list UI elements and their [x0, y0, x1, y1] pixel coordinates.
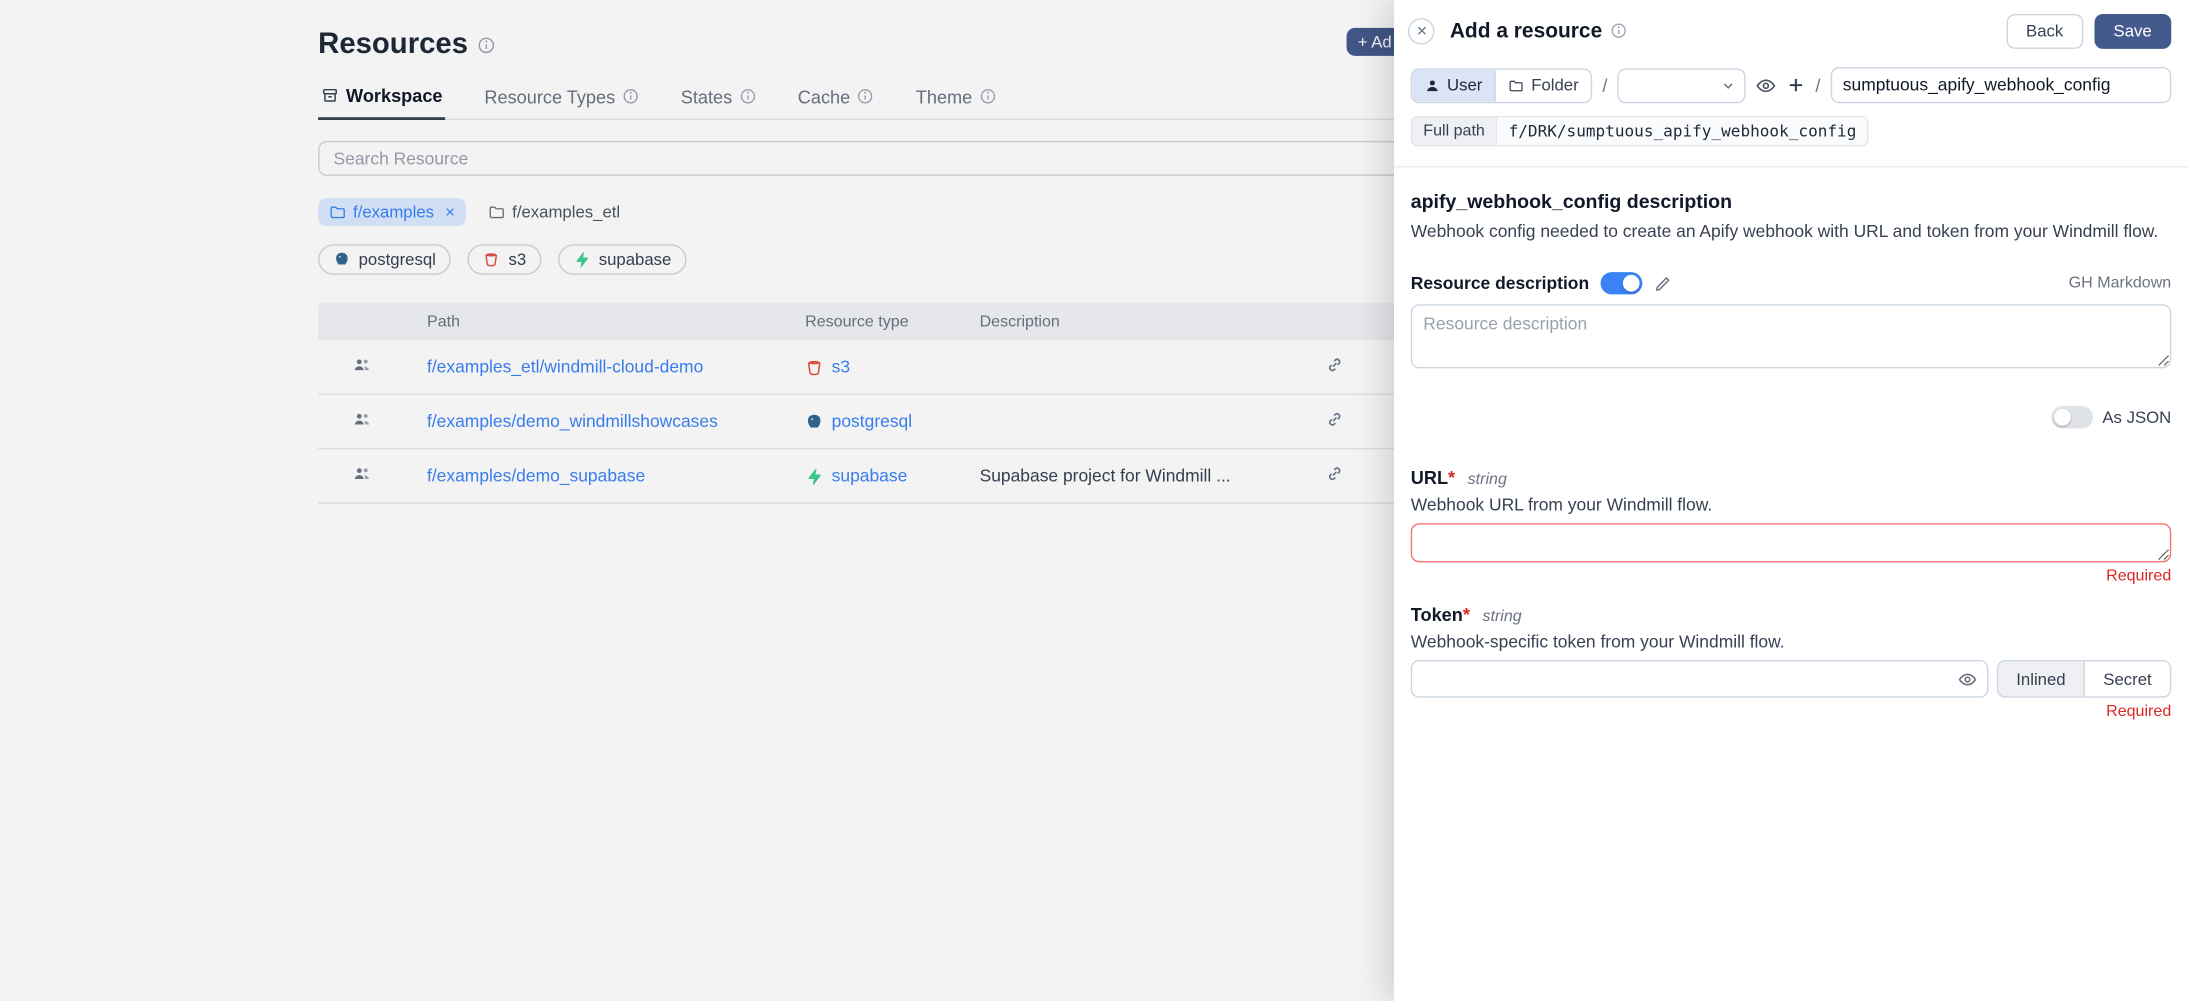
token-label: Token* — [1411, 604, 1470, 625]
folder-icon — [1509, 77, 1524, 92]
show-token-button[interactable] — [1958, 669, 1978, 689]
inlined-button[interactable]: Inlined — [1998, 661, 2084, 696]
gh-markdown-hint: GH Markdown — [2069, 275, 2172, 292]
owner-select[interactable] — [1617, 68, 1745, 103]
as-json-toggle[interactable] — [2051, 406, 2093, 428]
back-button[interactable]: Back — [2007, 13, 2083, 48]
close-drawer-button[interactable] — [1408, 17, 1435, 44]
eye-icon — [1958, 669, 1978, 689]
token-type-label: string — [1482, 608, 1521, 625]
description-label: Resource description — [1411, 273, 1589, 293]
description-header: Resource description GH Markdown — [1411, 272, 2171, 294]
path-separator: / — [1815, 75, 1820, 96]
user-icon — [1425, 77, 1440, 92]
info-icon — [1611, 22, 1628, 39]
as-json-label: As JSON — [2102, 407, 2171, 427]
path-separator: / — [1602, 75, 1607, 96]
token-required-text: Required — [1411, 703, 2171, 720]
close-icon — [1414, 24, 1428, 38]
url-type-label: string — [1468, 472, 1507, 489]
required-asterisk: * — [1463, 604, 1470, 625]
token-mode-toggle: Inlined Secret — [1997, 660, 2172, 698]
full-path-label: Full path — [1411, 116, 1498, 147]
resource-path-builder: User Folder / — [1411, 67, 2171, 103]
add-resource-drawer: Add a resource Back Save User — [1394, 0, 2188, 1001]
as-json-row: As JSON — [1411, 406, 2171, 428]
url-help-text: Webhook URL from your Windmill flow. — [1411, 495, 2171, 515]
description-textarea[interactable] — [1411, 304, 2171, 368]
token-field: Token* string Webhook-specific token fro… — [1411, 604, 2171, 720]
owner-user-label: User — [1447, 75, 1482, 95]
pencil-icon[interactable] — [1653, 274, 1671, 292]
token-help-text: Webhook-specific token from your Windmil… — [1411, 632, 2171, 652]
app-window: + Ad Resources Workspace Resource Types — [0, 0, 2188, 1001]
full-path-value: f/DRK/sumptuous_apify_webhook_config — [1497, 116, 1869, 147]
full-path: Full path f/DRK/sumptuous_apify_webhook_… — [1411, 116, 2171, 147]
secret-button[interactable]: Secret — [2084, 661, 2170, 696]
owner-kind-toggle: User Folder — [1411, 68, 1593, 103]
plus-icon — [1786, 75, 1806, 95]
preview-owners-button[interactable] — [1755, 75, 1776, 96]
divider — [1394, 166, 2188, 167]
url-input[interactable] — [1411, 523, 2171, 562]
url-label: URL* — [1411, 467, 1455, 488]
chevron-down-icon — [1721, 77, 1736, 92]
resource-type-description-title: apify_webhook_config description — [1411, 190, 2171, 212]
url-field: URL* string Webhook URL from your Windmi… — [1411, 467, 2171, 584]
token-input[interactable] — [1411, 660, 1989, 698]
owner-folder-label: Folder — [1531, 75, 1578, 95]
required-asterisk: * — [1448, 467, 1455, 488]
drawer-title: Add a resource — [1450, 19, 1602, 43]
owner-folder-button[interactable]: Folder — [1495, 69, 1591, 101]
owner-user-button[interactable]: User — [1412, 69, 1495, 101]
drawer-header: Add a resource Back Save — [1394, 0, 2188, 61]
eye-icon — [1755, 75, 1776, 96]
save-button[interactable]: Save — [2094, 13, 2171, 48]
description-toggle[interactable] — [1600, 272, 1642, 294]
resource-type-description-text: Webhook config needed to create an Apify… — [1411, 222, 2171, 242]
resource-name-input[interactable] — [1830, 67, 2171, 103]
add-owner-button[interactable] — [1786, 75, 1806, 95]
url-required-text: Required — [1411, 568, 2171, 585]
